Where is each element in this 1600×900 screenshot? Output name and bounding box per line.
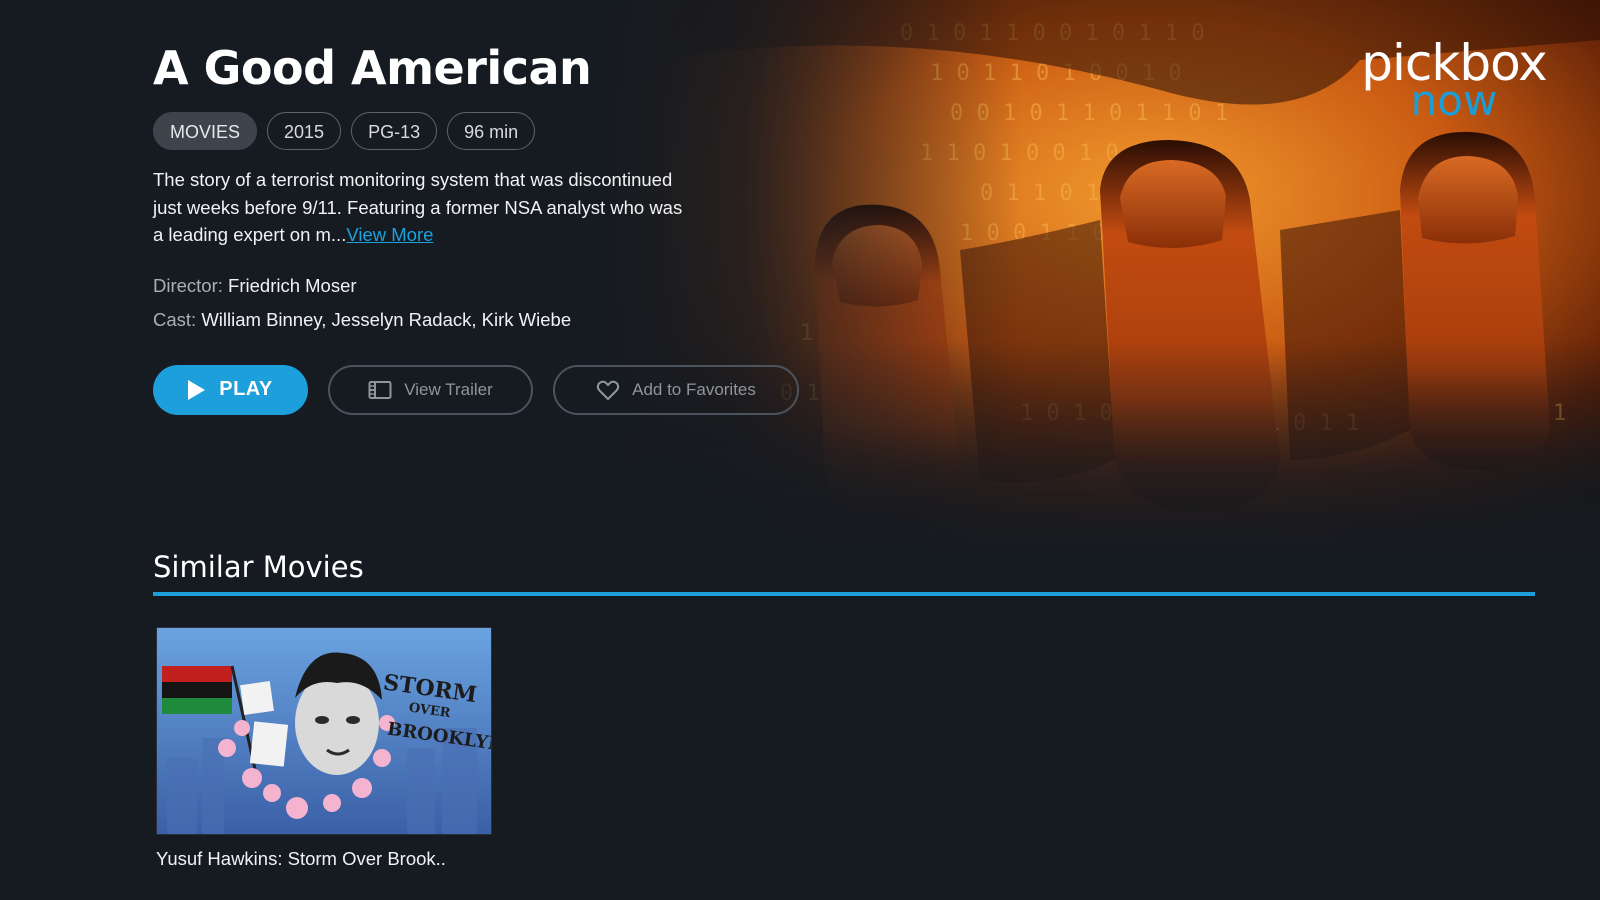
meta-tags: MOVIES 2015 PG-13 96 min [153, 112, 873, 150]
movie-title: A Good American [153, 41, 592, 95]
section-divider [153, 592, 1535, 596]
play-button[interactable]: PLAY [153, 364, 308, 415]
year-tag: 2015 [267, 112, 342, 150]
play-icon [188, 379, 206, 400]
synopsis: The story of a terrorist monitoring syst… [153, 166, 683, 249]
play-label: PLAY [219, 378, 273, 400]
genre-tag: MOVIES [153, 112, 258, 150]
add-to-favorites-button[interactable]: Add to Favorites [553, 364, 799, 415]
rating-tag: PG-13 [351, 112, 438, 150]
view-trailer-label: View Trailer [404, 379, 493, 399]
view-more-link[interactable]: View More [346, 224, 433, 245]
movie-details: A Good American MOVIES 2015 PG-13 96 min… [153, 38, 873, 415]
add-to-favorites-label: Add to Favorites [632, 379, 756, 399]
film-icon [368, 380, 392, 400]
director-row: Director: Friedrich Moser [153, 269, 873, 303]
cast-names: William Binney, Jesselyn Radack, Kirk Wi… [201, 308, 572, 330]
movie-caption: Yusuf Hawkins: Storm Over Brook.. [156, 848, 446, 869]
action-buttons: PLAY View Trailer Add to Favorites [153, 364, 873, 415]
cast-label: Cast: [153, 308, 197, 330]
movie-thumbnail[interactable]: STORM OVER BROOKLYN [156, 627, 492, 835]
movie-detail-screen: 0 1 0 1 1 0 0 1 0 1 1 0 1 0 1 1 0 1 0 0 … [0, 0, 1600, 900]
pickbox-now-logo: pickbox now [1344, 38, 1564, 122]
director-name: Friedrich Moser [228, 274, 357, 296]
duration-tag: 96 min [447, 112, 536, 150]
view-trailer-button[interactable]: View Trailer [328, 364, 533, 415]
similar-movie-card[interactable]: STORM OVER BROOKLYN Yusuf Hawkins: Storm… [156, 627, 492, 871]
similar-movies-heading: Similar Movies [153, 550, 364, 584]
director-label: Director: [153, 274, 223, 296]
heart-icon [596, 379, 620, 401]
cast-row: Cast: William Binney, Jesselyn Radack, K… [153, 303, 873, 337]
